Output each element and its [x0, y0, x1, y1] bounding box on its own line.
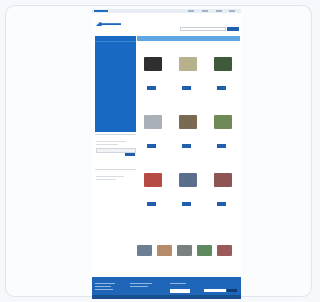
add-to-cart-button[interactable]	[147, 202, 156, 206]
info-text	[96, 179, 116, 180]
footer-link[interactable]	[95, 286, 111, 287]
product-image[interactable]	[179, 115, 197, 129]
site-logo[interactable]	[95, 21, 123, 27]
product-card[interactable]	[138, 115, 168, 155]
product-image[interactable]	[214, 57, 232, 71]
product-name[interactable]	[173, 189, 203, 193]
info-box	[95, 169, 136, 184]
top-bar-brand-link[interactable]	[94, 10, 108, 12]
add-to-cart-button[interactable]	[182, 144, 191, 148]
product-name[interactable]	[208, 189, 238, 193]
breadcrumb	[137, 36, 240, 41]
product-name[interactable]	[173, 131, 203, 135]
info-text	[96, 176, 124, 177]
product-image[interactable]	[179, 173, 197, 187]
product-name[interactable]	[208, 131, 238, 135]
product-card[interactable]	[173, 57, 203, 97]
product-name[interactable]	[138, 131, 168, 135]
product-name[interactable]	[173, 73, 203, 77]
thumbnail-product[interactable]	[177, 245, 192, 256]
search-button[interactable]	[227, 27, 239, 31]
top-link-1[interactable]	[188, 10, 194, 12]
add-to-cart-button[interactable]	[147, 144, 156, 148]
product-card[interactable]	[208, 173, 238, 213]
footer-link[interactable]	[170, 283, 186, 284]
footer-link[interactable]	[130, 286, 148, 287]
thumbnail-product[interactable]	[217, 245, 232, 256]
thumbnail-product[interactable]	[137, 245, 152, 256]
footer-newsletter-input[interactable]	[204, 289, 226, 292]
product-name[interactable]	[208, 73, 238, 77]
web-page-screenshot	[92, 9, 241, 299]
footer-logo	[170, 289, 190, 293]
footer-link[interactable]	[130, 283, 152, 284]
thumbnail-product[interactable]	[157, 245, 172, 256]
product-card[interactable]	[173, 115, 203, 155]
add-to-cart-button[interactable]	[182, 202, 191, 206]
footer-copyright-bar	[92, 295, 241, 299]
newsletter-subscribe-button[interactable]	[125, 153, 135, 156]
newsletter-text	[96, 141, 126, 142]
footer-link[interactable]	[95, 289, 113, 290]
top-bar	[92, 9, 241, 13]
top-link-2[interactable]	[202, 10, 208, 12]
product-image[interactable]	[214, 115, 232, 129]
footer-link[interactable]	[95, 283, 115, 284]
category-sidebar	[95, 36, 136, 132]
product-image[interactable]	[214, 173, 232, 187]
site-footer	[92, 277, 241, 299]
add-to-cart-button[interactable]	[217, 202, 226, 206]
product-image[interactable]	[179, 57, 197, 71]
top-link-4[interactable]	[229, 10, 235, 12]
top-link-3[interactable]	[216, 10, 222, 12]
search-input[interactable]	[180, 27, 226, 31]
product-card[interactable]	[173, 173, 203, 213]
product-name[interactable]	[138, 189, 168, 193]
product-card[interactable]	[138, 173, 168, 213]
newsletter-box	[95, 134, 136, 167]
product-card[interactable]	[138, 57, 168, 97]
product-card[interactable]	[208, 57, 238, 97]
newsletter-text	[96, 144, 118, 145]
add-to-cart-button[interactable]	[182, 86, 191, 90]
product-image[interactable]	[144, 115, 162, 129]
add-to-cart-button[interactable]	[217, 144, 226, 148]
product-name[interactable]	[138, 73, 168, 77]
add-to-cart-button[interactable]	[147, 86, 156, 90]
product-image[interactable]	[144, 57, 162, 71]
add-to-cart-button[interactable]	[217, 86, 226, 90]
footer-newsletter-button[interactable]	[227, 289, 237, 292]
product-card[interactable]	[208, 115, 238, 155]
product-image[interactable]	[144, 173, 162, 187]
thumbnail-product[interactable]	[197, 245, 212, 256]
